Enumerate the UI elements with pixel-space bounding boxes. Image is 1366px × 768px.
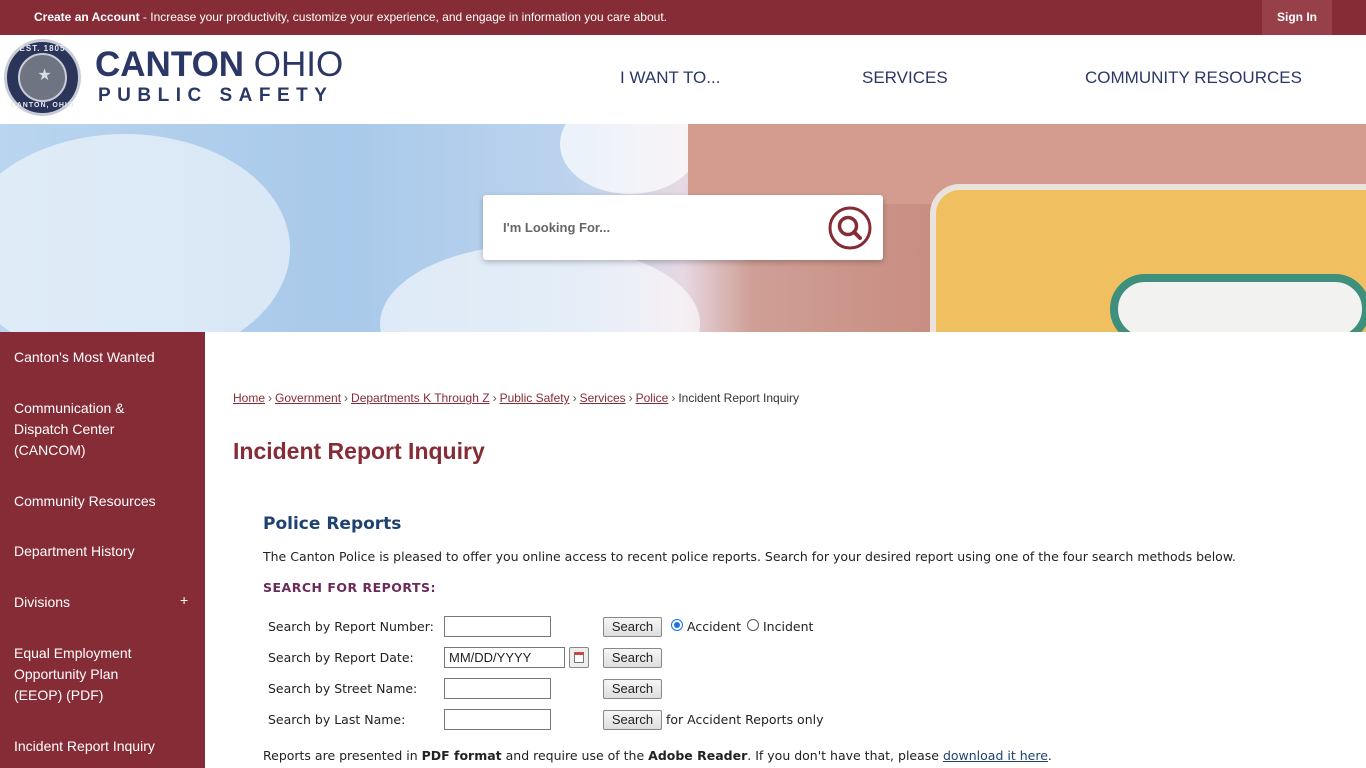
breadcrumb-separator: › xyxy=(671,391,676,405)
breadcrumb-government[interactable]: Government xyxy=(275,391,341,405)
sidebar-item-most-wanted[interactable]: Canton's Most Wanted xyxy=(14,347,194,368)
site-search-input[interactable]: I'm Looking For... xyxy=(503,220,610,235)
sidebar-item-incident-report-inquiry[interactable]: Incident Report Inquiry xyxy=(14,736,194,757)
search-icon[interactable] xyxy=(828,206,872,250)
sidebar-item-community-resources[interactable]: Community Resources xyxy=(14,491,194,512)
street-name-input[interactable] xyxy=(444,678,551,699)
brand-title-bold: CANTON xyxy=(95,45,245,84)
calendar-button[interactable] xyxy=(569,647,589,668)
pdf-note: Reports are presented in PDF format and … xyxy=(263,748,1052,763)
breadcrumb-public-safety[interactable]: Public Safety xyxy=(500,391,570,405)
breadcrumb-departments-k-z[interactable]: Departments K Through Z xyxy=(351,391,490,405)
accident-radio-label: Accident xyxy=(687,619,741,634)
last-name-search-button[interactable]: Search xyxy=(603,710,662,730)
report-date-input[interactable] xyxy=(444,647,565,668)
last-name-input[interactable] xyxy=(444,709,551,730)
pdf-note-text: . xyxy=(1047,748,1052,763)
breadcrumb-separator: › xyxy=(628,391,633,405)
breadcrumb-police[interactable]: Police xyxy=(636,391,669,405)
report-number-search-button[interactable]: Search xyxy=(603,617,662,637)
report-date-search-button[interactable]: Search xyxy=(603,648,662,668)
pdf-note-text: and require use of the xyxy=(501,748,649,763)
breadcrumb-separator: › xyxy=(572,391,577,405)
breadcrumb-separator: › xyxy=(344,391,349,405)
pdf-format-text: PDF format xyxy=(421,748,502,763)
star-icon: ★ xyxy=(37,67,52,84)
seal-top-text: EST. 1805 xyxy=(19,44,66,53)
sidebar-item-department-history[interactable]: Department History xyxy=(14,541,194,562)
hero-cloud xyxy=(560,124,700,194)
breadcrumb-current: Incident Report Inquiry xyxy=(678,391,800,405)
hero-banner: I'm Looking For... xyxy=(0,124,1366,332)
seal-inner: ★ xyxy=(18,53,67,102)
brand-title-light: OHIO xyxy=(244,45,344,84)
create-account-banner[interactable]: Create an Account - Increase your produc… xyxy=(34,10,667,24)
accident-radio[interactable] xyxy=(671,619,683,631)
site-header: EST. 1805 ★ CANTON, OHIO CANTON OHIO PUB… xyxy=(0,35,1366,124)
section-title: Police Reports xyxy=(263,514,402,534)
expand-icon[interactable]: + xyxy=(180,592,188,608)
breadcrumb-home[interactable]: Home xyxy=(233,391,265,405)
breadcrumb-separator: › xyxy=(268,391,273,405)
street-name-search-button[interactable]: Search xyxy=(603,679,662,699)
report-number-label: Search by Report Number: xyxy=(268,619,434,634)
sign-in-button[interactable]: Sign In xyxy=(1262,0,1332,35)
street-name-label: Search by Street Name: xyxy=(268,681,418,696)
adobe-reader-text: Adobe Reader xyxy=(648,748,748,763)
sidebar-item-divisions[interactable]: Divisions xyxy=(14,592,194,613)
nav-services[interactable]: SERVICES xyxy=(862,68,948,88)
sidebar-item-cancom[interactable]: Communication & Dispatch Center (CANCOM) xyxy=(14,398,154,461)
report-date-label: Search by Report Date: xyxy=(268,650,414,665)
search-heading: SEARCH FOR REPORTS: xyxy=(263,580,437,595)
last-name-label: Search by Last Name: xyxy=(268,712,406,727)
incident-radio-label: Incident xyxy=(763,619,814,634)
sidebar-nav: Canton's Most Wanted Communication & Dis… xyxy=(0,332,205,768)
incident-radio[interactable] xyxy=(747,619,759,631)
nav-community-resources[interactable]: COMMUNITY RESOURCES xyxy=(1085,68,1302,88)
create-account-text: - Increase your productivity, customize … xyxy=(139,10,667,24)
site-search-box[interactable]: I'm Looking For... xyxy=(483,195,883,260)
sidebar-item-eeop[interactable]: Equal Employment Opportunity Plan (EEOP)… xyxy=(14,643,154,706)
nav-i-want-to[interactable]: I WANT TO... xyxy=(620,68,720,88)
hero-helmet xyxy=(1110,274,1366,332)
top-bar: Create an Account - Increase your produc… xyxy=(0,0,1366,35)
section-intro: The Canton Police is pleased to offer yo… xyxy=(263,549,1236,564)
create-account-link[interactable]: Create an Account xyxy=(34,10,140,24)
pdf-note-text: . If you don't have that, please xyxy=(747,748,943,763)
report-number-input[interactable] xyxy=(444,616,551,637)
hero-cloud xyxy=(0,134,290,332)
brand-subtitle: PUBLIC SAFETY xyxy=(98,85,334,106)
calendar-icon xyxy=(574,652,584,663)
last-name-note: for Accident Reports only xyxy=(666,712,824,727)
seal-bottom-text: CANTON, OHIO xyxy=(10,102,75,109)
brand-title[interactable]: CANTON OHIO xyxy=(95,45,343,85)
breadcrumb-separator: › xyxy=(492,391,497,405)
download-reader-link[interactable]: download it here xyxy=(943,748,1048,763)
city-seal-logo[interactable]: EST. 1805 ★ CANTON, OHIO xyxy=(4,39,81,116)
breadcrumb: Home › Government › Departments K Through Z ›… xyxy=(233,391,799,405)
page-title: Incident Report Inquiry xyxy=(233,438,485,464)
pdf-note-text: Reports are presented in xyxy=(263,748,422,763)
breadcrumb-services[interactable]: Services xyxy=(580,391,626,405)
